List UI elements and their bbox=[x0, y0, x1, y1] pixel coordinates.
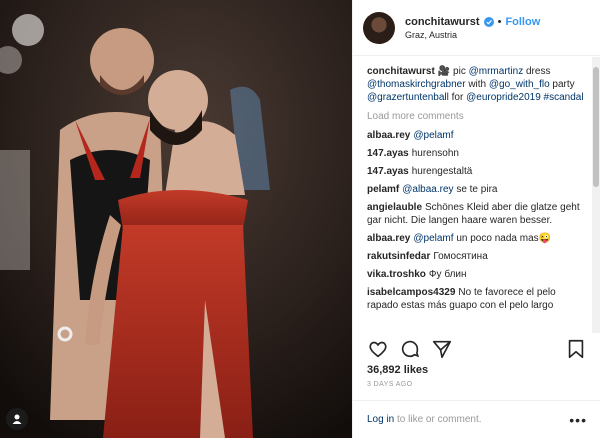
load-more-comments-button[interactable]: Load more comments bbox=[367, 110, 587, 123]
share-icon[interactable] bbox=[431, 338, 453, 360]
post-sidebar: conchitawurst • Follow Graz, Austria con… bbox=[352, 0, 600, 438]
comment-username[interactable]: rakutsinfedar bbox=[367, 251, 430, 262]
login-text: to like or comment. bbox=[394, 414, 482, 425]
scrollbar-thumb[interactable] bbox=[593, 67, 599, 187]
comment-username[interactable]: 147.ayas bbox=[367, 166, 409, 177]
comment-text: @albaa.rey se te pira bbox=[402, 184, 498, 195]
comment-text: @pelamf bbox=[413, 130, 453, 141]
mention-link[interactable]: @go_with_flo bbox=[489, 79, 550, 90]
login-prompt: Log in to like or comment. bbox=[367, 414, 482, 425]
action-bar bbox=[367, 337, 587, 361]
comment-row: rakutsinfedar Гомосятина bbox=[367, 250, 587, 263]
mention-link[interactable]: @thomaskirchgrabner bbox=[367, 79, 466, 90]
comment-row: isabelcampos4329 No te favorece el pelo r… bbox=[367, 286, 587, 312]
hashtag-link[interactable]: #scandal bbox=[544, 92, 584, 103]
comment-row: albaa.rey @pelamf bbox=[367, 129, 587, 142]
location-link[interactable]: Graz, Austria bbox=[405, 30, 540, 40]
comment-row: vika.troshko Фу блин bbox=[367, 268, 587, 281]
mention-link[interactable]: @albaa.rey bbox=[402, 184, 453, 195]
comment-text: Гомосятина bbox=[433, 251, 488, 262]
separator-dot: • bbox=[497, 15, 502, 28]
comment-row: 147.ayas hurengestaltä bbox=[367, 165, 587, 178]
comment-username[interactable]: vika.troshko bbox=[367, 269, 426, 280]
likes-count[interactable]: 36,892 likes bbox=[367, 364, 428, 376]
comment-row: pelamf @albaa.rey se te pira bbox=[367, 183, 587, 196]
post-photo[interactable] bbox=[0, 0, 352, 438]
comment-row: albaa.rey @pelamf un poco nada mas😜 bbox=[367, 232, 587, 245]
photo-illustration bbox=[0, 0, 352, 438]
avatar[interactable] bbox=[363, 11, 395, 44]
comments-list[interactable]: conchitawurst 🎥 pic @mrmartinz dress @tho… bbox=[353, 57, 600, 333]
mention-link[interactable]: @mrmartinz bbox=[469, 66, 524, 77]
more-options-icon[interactable]: ••• bbox=[569, 412, 587, 428]
login-bar: Log in to like or comment. ••• bbox=[353, 400, 600, 438]
comment-username[interactable]: albaa.rey bbox=[367, 233, 410, 244]
post-header: conchitawurst • Follow Graz, Austria bbox=[353, 0, 600, 56]
comment-row: angielauble Schönes Kleid aber die glatze… bbox=[367, 201, 587, 227]
comment-username[interactable]: angielauble bbox=[367, 202, 422, 213]
comment-username[interactable]: albaa.rey bbox=[367, 130, 410, 141]
caption-username[interactable]: conchitawurst bbox=[367, 66, 435, 77]
instagram-post: conchitawurst • Follow Graz, Austria con… bbox=[0, 0, 600, 438]
user-tag-icon[interactable] bbox=[6, 408, 28, 430]
verified-badge-icon bbox=[483, 16, 494, 27]
login-link[interactable]: Log in bbox=[367, 414, 394, 425]
heart-icon[interactable] bbox=[367, 338, 389, 360]
comment-username[interactable]: pelamf bbox=[367, 184, 399, 195]
follow-button[interactable]: Follow bbox=[505, 16, 540, 28]
mention-link[interactable]: @europride2019 bbox=[466, 92, 541, 103]
post-date[interactable]: 3 DAYS AGO bbox=[367, 381, 413, 388]
comment-text: @pelamf un poco nada mas😜 bbox=[413, 233, 552, 244]
comment-username[interactable]: isabelcampos4329 bbox=[367, 287, 455, 298]
bookmark-icon[interactable] bbox=[565, 338, 587, 360]
post-caption: conchitawurst 🎥 pic @mrmartinz dress @tho… bbox=[367, 65, 587, 104]
comment-icon[interactable] bbox=[399, 338, 421, 360]
comment-username[interactable]: 147.ayas bbox=[367, 148, 409, 159]
mention-link[interactable]: @pelamf bbox=[413, 130, 453, 141]
mention-link[interactable]: @pelamf bbox=[413, 233, 453, 244]
comment-text: Фу блин bbox=[428, 269, 467, 280]
comments-scrollbar[interactable] bbox=[592, 57, 600, 333]
comment-text: hurensohn bbox=[411, 148, 459, 159]
comment-text: hurengestaltä bbox=[411, 166, 473, 177]
header-username[interactable]: conchitawurst bbox=[405, 16, 480, 28]
comment-row: 147.ayas hurensohn bbox=[367, 147, 587, 160]
mention-link[interactable]: @grazertuntenball bbox=[367, 92, 449, 103]
